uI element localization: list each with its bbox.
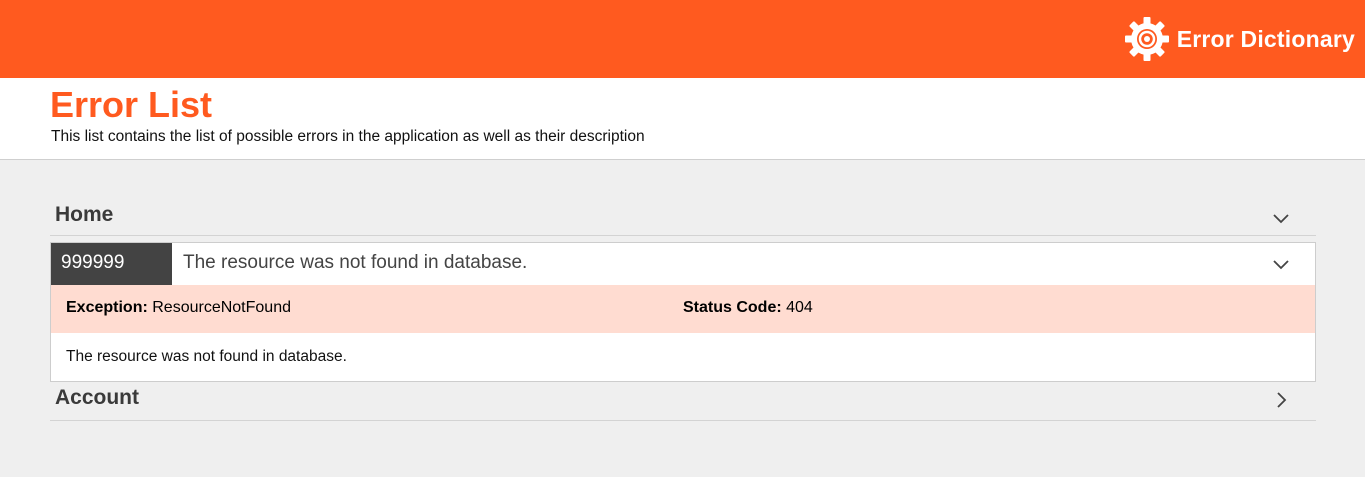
- page-subtitle: This list contains the list of possible …: [51, 128, 645, 145]
- gear-icon: [1123, 15, 1171, 63]
- brand-link[interactable]: Error Dictionary: [1123, 15, 1355, 63]
- page-title: Error List: [50, 84, 213, 125]
- section-title: Home: [55, 203, 114, 226]
- status-code-label: Status Code:: [683, 299, 782, 316]
- error-row[interactable]: 999999 The resource was not found in dat…: [51, 243, 1315, 285]
- page-header: Error List This list contains the list o…: [0, 78, 1365, 160]
- error-code: 999999: [51, 243, 172, 285]
- error-card: 999999 The resource was not found in dat…: [50, 242, 1316, 382]
- brand-title: Error Dictionary: [1176, 25, 1355, 52]
- chevron-right-icon: [1277, 392, 1287, 408]
- section-title: Account: [55, 386, 139, 409]
- status-code-field: Status Code: 404: [683, 299, 813, 317]
- top-bar: Error Dictionary: [0, 0, 1365, 78]
- exception-value: ResourceNotFound: [152, 299, 291, 316]
- error-description: The resource was not found in database.: [66, 348, 347, 365]
- section-header-account[interactable]: Account: [50, 382, 1316, 421]
- exception-label: Exception:: [66, 299, 148, 316]
- status-code-value: 404: [786, 299, 813, 316]
- error-message: The resource was not found in database.: [183, 252, 528, 273]
- exception-field: Exception: ResourceNotFound: [66, 299, 291, 317]
- chevron-down-icon: [1273, 214, 1289, 224]
- chevron-down-icon: [1273, 260, 1289, 270]
- error-sections: Home 999999 The resource was not found i…: [50, 160, 1316, 421]
- section-header-home[interactable]: Home: [50, 160, 1316, 236]
- error-meta: Exception: ResourceNotFound Status Code:…: [51, 285, 1315, 333]
